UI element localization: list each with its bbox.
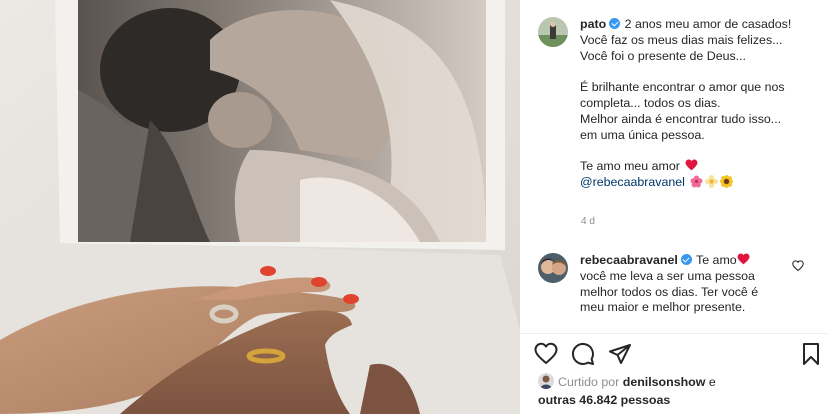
- paper-plane-icon[interactable]: [608, 342, 632, 366]
- red-heart-emoji-icon: [685, 159, 698, 172]
- author-avatar[interactable]: [538, 17, 568, 47]
- post-details-panel: pato 2 anos meu amor de casados! Você fa…: [520, 0, 828, 414]
- likes-prefix: Curtido por: [558, 375, 620, 389]
- blossom-emoji-icon: [705, 174, 719, 188]
- mention-link[interactable]: @rebecaabravanel: [580, 175, 685, 189]
- commenter-username-link[interactable]: rebecaabravanel: [580, 253, 678, 267]
- section-divider: [520, 333, 828, 334]
- action-bar: [534, 342, 824, 368]
- comment-text: meu maior e melhor presente.: [580, 300, 746, 315]
- caption-author-link[interactable]: pato: [580, 17, 606, 31]
- likes-summary: Curtido por denilsonshow e outras 46.842…: [538, 373, 716, 409]
- comment-text: você me leva a ser uma pessoa: [580, 268, 755, 283]
- caption-line: em uma única pessoa.: [580, 127, 705, 142]
- post-photo[interactable]: [0, 0, 520, 414]
- commenter-avatar[interactable]: [538, 253, 568, 283]
- liker-avatar[interactable]: [538, 373, 554, 389]
- likes-count-link[interactable]: outras 46.842 pessoas: [538, 391, 716, 409]
- post-timestamp[interactable]: 4 d: [581, 216, 595, 227]
- wedding-photo-image: [0, 0, 520, 414]
- verified-badge-icon: [680, 254, 692, 265]
- caption-line: Te amo meu amor: [580, 159, 680, 174]
- likes-conjunction: e: [708, 375, 716, 389]
- caption-line: Você foi o presente de Deus...: [580, 48, 747, 63]
- post-caption: pato 2 anos meu amor de casados! Você fa…: [580, 17, 820, 191]
- caption-line: Melhor ainda é encontrar tudo isso...: [580, 111, 782, 126]
- bookmark-icon[interactable]: [799, 342, 823, 366]
- comment-text: Te amo: [696, 253, 737, 267]
- like-heart-icon[interactable]: [534, 342, 558, 366]
- verified-badge-icon: [609, 18, 621, 29]
- red-heart-emoji-icon: [737, 253, 750, 266]
- caption-line: É brilhante encontrar o amor que nos: [580, 80, 785, 95]
- caption-line: Você faz os meus dias mais felizes...: [580, 32, 783, 47]
- hibiscus-emoji-icon: [690, 175, 703, 188]
- comment-bubble-icon[interactable]: [571, 342, 595, 366]
- comment-text: melhor todos os dias. Ter você é: [580, 284, 759, 299]
- avatar-image: [538, 253, 568, 283]
- caption-line: completa... todos os dias.: [580, 95, 721, 110]
- comment-like-heart-icon[interactable]: [792, 259, 804, 272]
- caption-line: [580, 143, 820, 159]
- caption-line: 2 anos meu amor de casados!: [624, 17, 792, 31]
- comment: rebecaabravanel Te amo você me leva a se…: [580, 253, 800, 316]
- liker-username-link[interactable]: denilsonshow: [623, 375, 706, 389]
- caption-line: [580, 64, 820, 80]
- sunflower-emoji-icon: [720, 174, 734, 188]
- avatar-image: [538, 17, 568, 47]
